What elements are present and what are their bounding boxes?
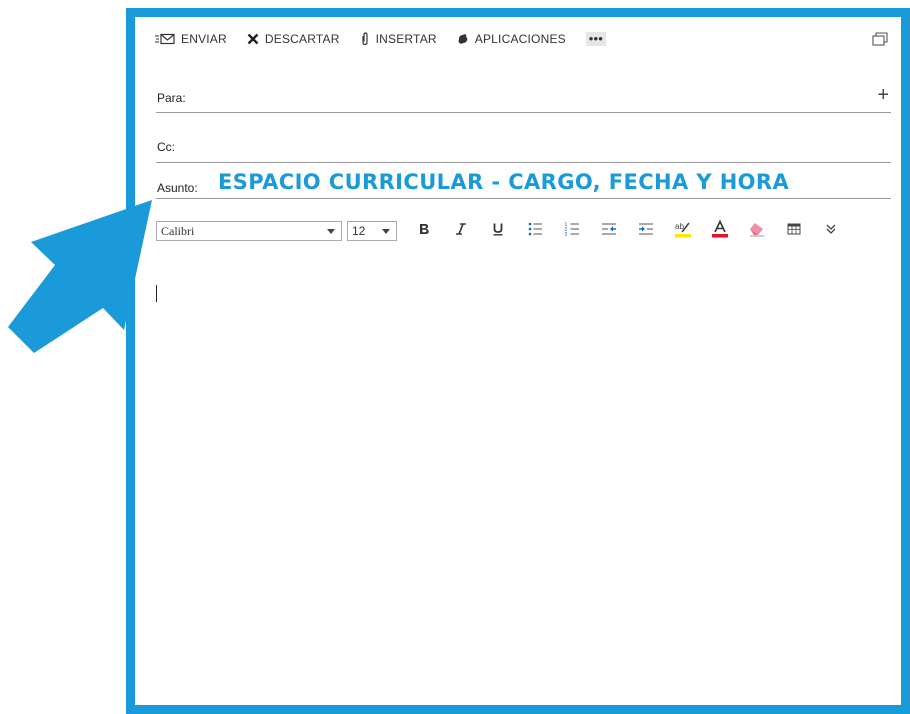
send-button[interactable]: ENVIAR — [155, 32, 227, 46]
discard-label: DESCARTAR — [264, 32, 340, 46]
table-icon — [787, 222, 801, 241]
popout-button[interactable] — [872, 32, 888, 51]
to-label: Para: — [157, 91, 186, 105]
italic-icon — [454, 222, 468, 241]
cc-field[interactable]: Cc: — [156, 132, 891, 163]
underline-button[interactable] — [489, 222, 507, 240]
increase-indent-button[interactable] — [637, 222, 655, 240]
font-family-select[interactable]: Calibri — [156, 221, 342, 241]
underline-icon — [491, 222, 505, 241]
bullets-button[interactable] — [526, 222, 544, 240]
apps-button[interactable]: APLICACIONES — [457, 32, 566, 46]
popout-icon — [872, 32, 888, 50]
pointer-arrow-icon — [0, 190, 160, 365]
subject-value[interactable]: ESPACIO CURRICULAR - CARGO, FECHA Y HORA — [218, 170, 789, 194]
font-dropdown-icon — [327, 229, 335, 234]
screenshot-stage: ENVIAR DESCARTAR INSERTAR APLICACIONES •… — [0, 0, 910, 714]
insert-button[interactable]: INSERTAR — [360, 32, 437, 46]
more-actions-button[interactable]: ••• — [585, 31, 606, 46]
numbering-button[interactable]: 1 2 3 — [563, 222, 581, 240]
size-dropdown-icon — [382, 229, 390, 234]
italic-button[interactable] — [452, 222, 470, 240]
subject-field[interactable]: Asunto: ESPACIO CURRICULAR - CARGO, FECH… — [156, 170, 891, 199]
discard-icon — [247, 33, 259, 45]
to-field[interactable]: Para: + — [156, 82, 891, 113]
numbering-icon: 1 2 3 — [564, 221, 580, 242]
cc-label: Cc: — [157, 140, 175, 154]
more-formatting-icon — [825, 222, 837, 240]
apps-label: APLICACIONES — [474, 32, 566, 46]
more-formatting-button[interactable] — [822, 222, 840, 240]
add-recipient-button[interactable]: + — [877, 84, 889, 106]
bullets-icon — [527, 221, 543, 242]
apps-icon — [457, 33, 469, 45]
outdent-icon — [601, 221, 617, 242]
clear-format-button[interactable] — [748, 222, 766, 240]
svg-text:3: 3 — [565, 232, 568, 237]
send-icon — [155, 33, 175, 45]
decrease-indent-button[interactable] — [600, 222, 618, 240]
font-color-icon — [711, 219, 729, 243]
clear-format-icon — [749, 221, 765, 242]
insert-label: INSERTAR — [375, 32, 437, 46]
highlight-button[interactable]: ab — [674, 222, 692, 240]
bold-button[interactable] — [415, 222, 433, 240]
indent-icon — [638, 221, 654, 242]
font-family-value: Calibri — [161, 223, 195, 238]
attach-icon — [360, 32, 370, 46]
subject-label: Asunto: — [157, 181, 198, 195]
send-label: ENVIAR — [181, 32, 227, 46]
bold-icon — [417, 222, 431, 241]
insert-table-button[interactable] — [785, 222, 803, 240]
command-toolbar: ENVIAR DESCARTAR INSERTAR APLICACIONES •… — [155, 26, 606, 52]
highlight-icon: ab — [674, 220, 692, 243]
discard-button[interactable]: DESCARTAR — [247, 32, 340, 46]
message-body-editor[interactable] — [150, 250, 900, 700]
font-size-value: 12 — [352, 224, 366, 238]
font-color-button[interactable] — [711, 219, 729, 243]
more-label: ••• — [588, 31, 603, 46]
formatting-toolbar: Calibri 12 1 2 3 ab — [156, 219, 840, 243]
font-size-select[interactable]: 12 — [347, 221, 397, 241]
